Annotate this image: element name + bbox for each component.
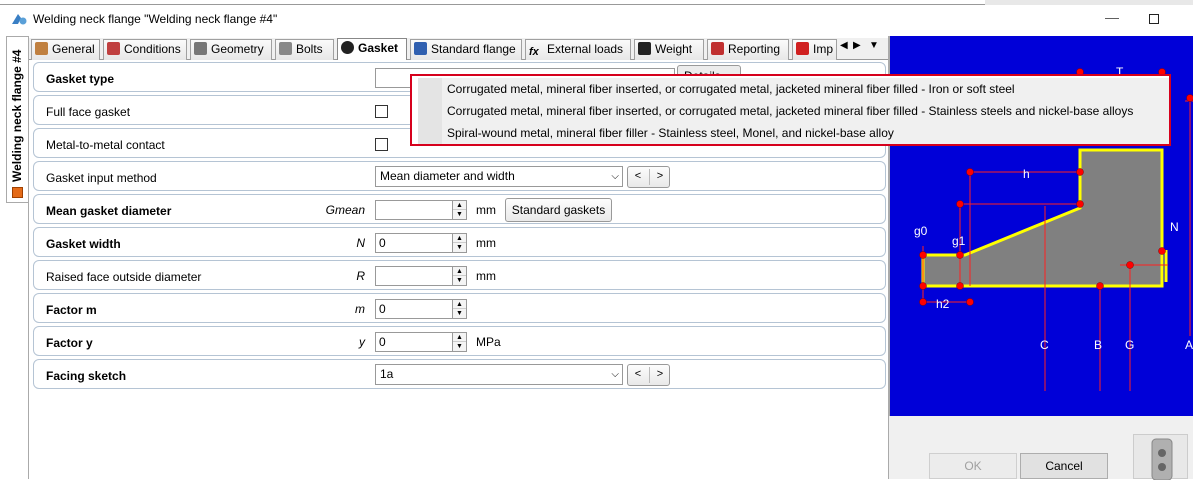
app-icon [10, 11, 28, 27]
tab-strip: General Conditions Geometry Bolts Gasket… [29, 38, 889, 60]
weight-icon [638, 42, 651, 55]
full-face-gasket-checkbox[interactable] [375, 105, 388, 118]
raised-face-unit: mm [476, 269, 496, 283]
maximize-button[interactable] [1142, 9, 1166, 29]
maximize-icon [1149, 14, 1159, 24]
metal-contact-label: Metal-to-metal contact [46, 138, 165, 152]
mean-diameter-input[interactable] [375, 200, 453, 220]
factor-y-symbol: y [359, 335, 365, 349]
gasket-type-dropdown: Corrugated metal, mineral fiber inserted… [410, 74, 1171, 146]
sketch-label-h: h [1023, 167, 1030, 181]
factor-m-symbol: m [355, 302, 365, 316]
sketch-label-c: C [1040, 338, 1049, 352]
geometry-icon [194, 42, 207, 55]
facing-sketch-select[interactable]: 1a⌵ [375, 364, 623, 385]
sketch-label-a: A [1185, 338, 1193, 352]
tab-conditions[interactable]: Conditions [103, 39, 187, 60]
prev-button[interactable]: < [628, 170, 648, 182]
mean-diameter-unit: mm [476, 203, 496, 217]
tab-general[interactable]: General [31, 39, 100, 60]
facing-sketch-nav: < > [627, 364, 670, 386]
next-button[interactable]: > [650, 170, 670, 182]
mean-diameter-label: Mean gasket diameter [46, 204, 171, 218]
cancel-button[interactable]: Cancel [1020, 453, 1108, 479]
dropdown-option[interactable]: Corrugated metal, mineral fiber inserted… [447, 100, 1133, 122]
gasket-icon [341, 41, 354, 54]
sketch-label-b: B [1094, 338, 1102, 352]
gasket-type-label: Gasket type [46, 72, 114, 86]
tab-import[interactable]: Imp [792, 39, 837, 60]
dropdown-option[interactable]: Spiral-wound metal, mineral fiber filler… [447, 122, 894, 144]
gasket-width-symbol: N [356, 236, 365, 250]
raised-face-spinner[interactable]: ▲▼ [453, 266, 467, 286]
tab-reporting[interactable]: Reporting [707, 39, 789, 60]
prev-button[interactable]: < [628, 368, 648, 380]
tab-bolts[interactable]: Bolts [275, 39, 334, 60]
raised-face-symbol: R [356, 269, 365, 283]
sketch-label-g1: g1 [952, 234, 966, 248]
gasket-width-label: Gasket width [46, 237, 121, 251]
full-face-gasket-label: Full face gasket [46, 105, 130, 119]
side-tab-welding-neck-flange[interactable]: Welding neck flange #4 [6, 36, 28, 203]
sketch-label-n: N [1170, 220, 1179, 234]
row-mean-diameter: Mean gasket diameter Gmean ▲▼ mm Standar… [33, 194, 886, 224]
raised-face-label: Raised face outside diameter [46, 270, 201, 284]
mean-diameter-symbol: Gmean [326, 203, 365, 217]
factor-y-label: Factor y [46, 336, 93, 350]
chevron-down-icon: ⌵ [611, 365, 619, 384]
tab-gasket[interactable]: Gasket [337, 38, 407, 60]
book-icon [414, 42, 427, 55]
row-raised-face: Raised face outside diameter R ▲▼ mm [33, 260, 886, 290]
tab-next-button[interactable]: ▶ [853, 40, 861, 51]
facing-sketch-label: Facing sketch [46, 369, 126, 383]
tab-standard-flange[interactable]: Standard flange [410, 39, 522, 60]
conditions-icon [107, 42, 120, 55]
metal-contact-checkbox[interactable] [375, 138, 388, 151]
dropdown-option[interactable]: Corrugated metal, mineral fiber inserted… [447, 78, 1015, 100]
window-title: Welding neck flange "Welding neck flange… [33, 12, 277, 26]
title-bar: Welding neck flange "Welding neck flange… [0, 5, 1193, 32]
mean-diameter-spinner[interactable]: ▲▼ [453, 200, 467, 220]
tab-weight[interactable]: Weight [634, 39, 704, 60]
factor-y-unit: MPa [476, 335, 501, 349]
flange-icon [12, 187, 23, 198]
row-factor-m: Factor m m 0 ▲▼ [33, 293, 886, 323]
tab-geometry[interactable]: Geometry [190, 39, 272, 60]
standard-gaskets-button[interactable]: Standard gaskets [505, 198, 612, 222]
input-method-select[interactable]: Mean diameter and width⌵ [375, 166, 623, 187]
factor-m-label: Factor m [46, 303, 97, 317]
preview-thumbnail[interactable] [1133, 434, 1188, 479]
flange-preview-icon [1134, 435, 1189, 480]
factor-m-input[interactable]: 0 [375, 299, 453, 319]
input-method-nav: < > [627, 166, 670, 188]
raised-face-input[interactable] [375, 266, 453, 286]
side-tab-label: Welding neck flange #4 [10, 50, 24, 182]
import-icon [796, 42, 809, 55]
factor-y-input[interactable]: 0 [375, 332, 453, 352]
gasket-width-input[interactable]: 0 [375, 233, 453, 253]
general-icon [35, 42, 48, 55]
factor-y-spinner[interactable]: ▲▼ [453, 332, 467, 352]
row-facing-sketch: Facing sketch 1a⌵ < > [33, 359, 886, 389]
minimize-button[interactable]: — [1100, 9, 1124, 29]
sketch-label-g0: g0 [914, 224, 928, 238]
gasket-width-spinner[interactable]: ▲▼ [453, 233, 467, 253]
bolts-icon [279, 42, 292, 55]
ok-button[interactable]: OK [929, 453, 1017, 479]
row-input-method: Gasket input method Mean diameter and wi… [33, 161, 886, 191]
chevron-down-icon: ⌵ [611, 167, 619, 186]
sketch-label-g: G [1125, 338, 1134, 352]
row-factor-y: Factor y y 0 ▲▼ MPa [33, 326, 886, 356]
sketch-label-h2: h2 [936, 297, 950, 311]
input-method-label: Gasket input method [46, 171, 157, 185]
factor-m-spinner[interactable]: ▲▼ [453, 299, 467, 319]
gasket-width-unit: mm [476, 236, 496, 250]
next-button[interactable]: > [650, 368, 670, 380]
tab-menu-button[interactable]: ▼ [869, 40, 879, 51]
tab-prev-button[interactable]: ◀ [840, 40, 848, 51]
tab-external-loads[interactable]: fxExternal loads [525, 39, 631, 60]
fx-icon: fx [529, 43, 543, 56]
reporting-icon [711, 42, 724, 55]
row-gasket-width: Gasket width N 0 ▲▼ mm [33, 227, 886, 257]
